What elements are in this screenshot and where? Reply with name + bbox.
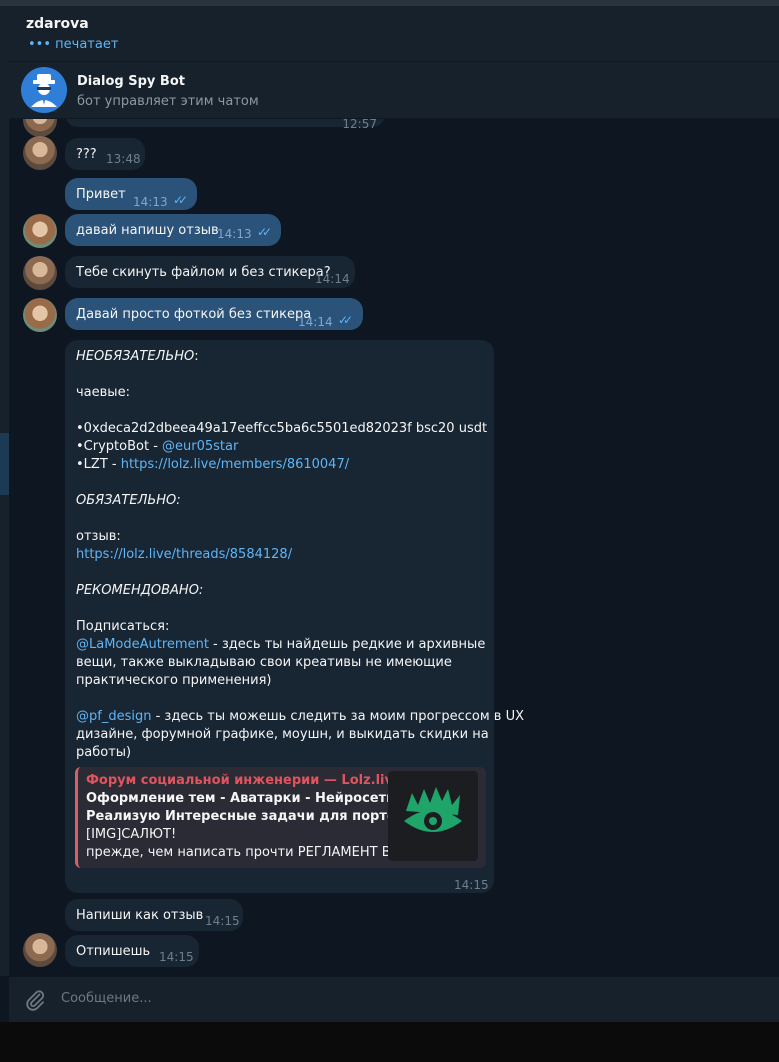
message-composer[interactable]: Сообщение... — [9, 977, 779, 1022]
eye-logo-icon — [388, 771, 478, 861]
channel-desc-2: дизайне, форумной графике, моушн, и выки… — [76, 727, 489, 742]
review-thread-link[interactable]: https://lolz.live/threads/8584128/ — [76, 546, 292, 564]
cryptobot-link[interactable]: @eur05star — [162, 439, 238, 454]
message-input[interactable]: Сообщение... — [61, 991, 152, 1006]
message-bubble[interactable]: Напиши как отзыв 14:15 — [65, 899, 243, 931]
message-list[interactable]: 12:57 ??? 13:48 Привет 14:13 ✓✓ давай на… — [9, 119, 779, 976]
contact-avatar[interactable] — [23, 136, 57, 170]
message-text: Привет — [76, 187, 126, 202]
subscribe-label: Подписаться: — [76, 619, 170, 634]
selected-chat-indicator — [0, 433, 9, 495]
message-time: 14:13 — [217, 227, 252, 241]
read-checkmarks-icon: ✓✓ — [338, 313, 353, 327]
lamode-channel-link[interactable]: @LaModeAutrement — [76, 637, 209, 652]
message-text: Давай просто фоткой без стикера — [76, 307, 312, 322]
message-bubble-own[interactable]: давай напишу отзыв 14:13 ✓✓ — [65, 214, 281, 246]
section-heading-recommended: РЕКОМЕНДОВАНО: — [76, 583, 204, 598]
bot-name: Dialog Spy Bot — [77, 74, 185, 89]
preview-title-cont: Реализую Интересные задачи для портфо... — [86, 809, 424, 824]
paperclip-icon[interactable] — [23, 987, 47, 1011]
review-label: отзыв: — [76, 529, 121, 544]
preview-description-cont: прежде, чем написать прочти РЕГЛАМЕНТ В.… — [86, 845, 404, 860]
channel-line-1: @LaModeAutrement - здесь ты найдешь редк… — [76, 637, 486, 652]
channel-line-2: @pf_design - здесь ты можешь следить за … — [76, 709, 524, 724]
message-bubble-partial[interactable]: 12:57 — [65, 119, 385, 131]
telegram-chat-window: zdarova ••• печатает Dialog Spy Bot бот … — [0, 0, 779, 1062]
message-time: 14:15 — [159, 950, 194, 964]
message-time: 14:14 — [315, 272, 350, 286]
message-time: 14:14 — [298, 315, 333, 329]
cryptobot-line: •CryptoBot - @eur05star — [76, 439, 239, 454]
contact-avatar[interactable] — [23, 119, 57, 137]
message-text: ??? — [76, 147, 97, 162]
tips-label: чаевые: — [76, 385, 130, 400]
message-text: Отпишешь — [76, 944, 151, 959]
message-bubble[interactable]: Тебе скинуть файлом и без стикера? 14:14 — [65, 256, 355, 288]
message-text: Напиши как отзыв — [76, 908, 204, 923]
message-time: 13:48 — [106, 152, 141, 166]
typing-status: ••• печатает — [28, 37, 118, 52]
preview-site-name: Форум социальной инженерии — Lolz.live..… — [86, 773, 417, 788]
message-time: 14:15 — [205, 914, 240, 928]
chat-header[interactable]: zdarova ••• печатает — [9, 6, 779, 62]
message-text: Тебе скинуть файлом и без стикера? — [76, 265, 331, 280]
channel-desc-1b: практического применения) — [76, 673, 272, 688]
channel-desc-1: вещи, также выкладываю свои креативы не … — [76, 655, 452, 670]
section-heading-optional: НЕОБЯЗАТЕЛЬНО: — [76, 349, 199, 364]
read-checkmarks-icon: ✓✓ — [173, 193, 188, 207]
message-bubble[interactable]: ??? 13:48 — [65, 138, 145, 170]
link-preview-card[interactable]: Форум социальной инженерии — Lolz.live..… — [75, 767, 486, 868]
lzt-line: •LZT - https://lolz.live/members/8610047… — [76, 457, 350, 472]
contact-avatar[interactable] — [23, 256, 57, 290]
lzt-profile-link[interactable]: https://lolz.live/members/8610047/ — [121, 457, 349, 472]
message-bubble-long[interactable]: НЕОБЯЗАТЕЛЬНО: чаевые: •0xdeca2d2dbeea49… — [65, 340, 524, 893]
user-avatar[interactable] — [23, 214, 57, 248]
read-checkmarks-icon: ✓✓ — [257, 225, 272, 239]
message-time: 12:57 — [342, 119, 377, 131]
pf-design-channel-link[interactable]: @pf_design — [76, 709, 151, 724]
channel-desc-2b: работы) — [76, 745, 132, 760]
message-bubble[interactable]: Отпишешь 14:15 — [65, 935, 199, 967]
contact-avatar[interactable] — [23, 933, 57, 967]
message-bubble-own[interactable]: Давай просто фоткой без стикера 14:14 ✓✓ — [65, 298, 363, 330]
user-avatar[interactable] — [23, 298, 57, 332]
chat-title: zdarova — [26, 16, 89, 32]
bot-description: бот управляет этим чатом — [77, 94, 259, 109]
wallet-address: •0xdeca2d2dbeea49a17eeffcc5ba6c5501ed820… — [76, 421, 488, 436]
typing-dots-icon: ••• — [28, 37, 52, 52]
bot-banner[interactable]: Dialog Spy Bot бот управляет этим чатом — [9, 62, 779, 119]
spy-icon — [21, 67, 67, 113]
bottom-bar — [0, 1022, 779, 1062]
section-heading-required: ОБЯЗАТЕЛЬНО: — [76, 493, 181, 508]
typing-status-text: печатает — [55, 37, 119, 52]
preview-title: Оформление тем - Аватарки - Нейросеть - — [86, 791, 405, 806]
message-text: давай напишу отзыв — [76, 223, 219, 238]
message-bubble-own[interactable]: Привет 14:13 ✓✓ — [65, 178, 197, 210]
message-time: 14:15 — [454, 878, 489, 892]
message-time: 14:13 — [133, 195, 168, 209]
preview-description: [IMG]САЛЮТ! — [86, 827, 177, 842]
chat-list-edge — [0, 6, 9, 976]
